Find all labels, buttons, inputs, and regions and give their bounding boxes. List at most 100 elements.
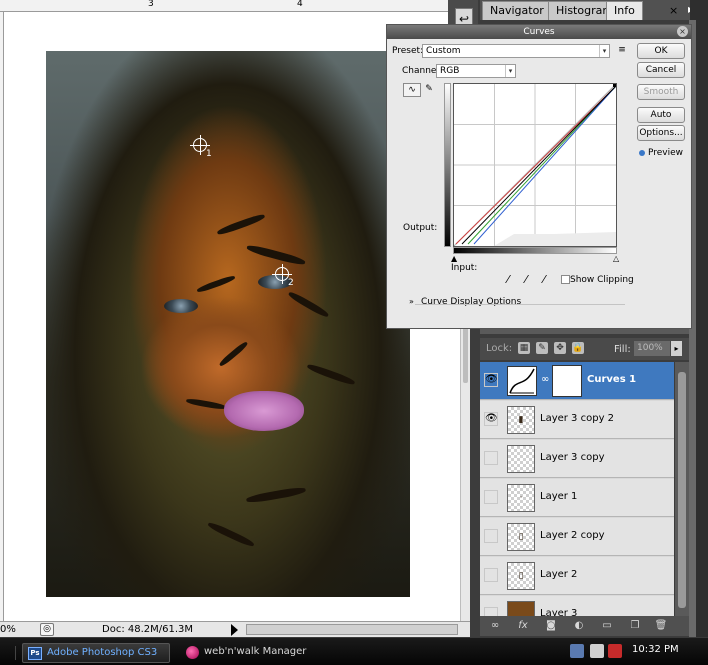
pencil-icon[interactable]: ✎ (420, 83, 438, 97)
canvas-horizontal-scrollbar[interactable] (246, 624, 458, 635)
options-button[interactable]: Options... (637, 125, 685, 141)
white-eyedropper-icon[interactable]: ⁄ (537, 273, 551, 287)
dialog-title[interactable]: Curves (387, 25, 691, 39)
layer-row-layer-3-copy-2[interactable]: 👁 ▮ Layer 3 copy 2 (480, 401, 674, 439)
chain-link-icon[interactable]: ∞ (541, 374, 549, 385)
preset-label: Preset: (392, 46, 424, 56)
fill-dropdown-icon[interactable]: ▸ (671, 341, 682, 356)
taskbar-divider (5, 646, 16, 660)
security-alert-icon[interactable] (608, 644, 622, 658)
layer-row-layer-2[interactable]: ▯ Layer 2 (480, 557, 674, 595)
curve-point-tool-icon[interactable]: ∿ (403, 83, 421, 97)
layer-name: Layer 1 (540, 491, 578, 502)
layers-scrollbar[interactable] (675, 362, 689, 616)
layer-name: Curves 1 (587, 374, 637, 385)
ruler-label: 4 (297, 0, 303, 9)
status-arrow-icon[interactable] (231, 624, 238, 636)
color-sampler-1[interactable] (190, 135, 210, 155)
channel-select[interactable]: RGB ▾ (436, 64, 516, 78)
layer-row-layer-1[interactable]: · Layer 1 (480, 479, 674, 517)
layer-row-layer-3[interactable]: Layer 3 (480, 596, 674, 616)
layer-row-layer-3-copy[interactable]: Layer 3 copy (480, 440, 674, 478)
doc-size-info: Doc: 48.2M/61.3M (102, 624, 194, 635)
chevron-down-icon[interactable]: » (409, 297, 414, 306)
preset-value: Custom (426, 46, 461, 56)
ruler-horizontal[interactable]: 3 4 (0, 0, 448, 12)
color-sampler-2[interactable] (272, 264, 292, 284)
chevron-down-icon: ▾ (505, 65, 515, 77)
auto-button[interactable]: Auto (637, 107, 685, 123)
layers-panel-footer: ∞ fx ◙ ◐ ▭ ❐ 🗑 (480, 616, 690, 636)
taskbar: Ps Adobe Photoshop CS3 web'n'walk Manage… (0, 637, 708, 665)
show-clipping-label: Show Clipping (570, 275, 634, 285)
visibility-empty-box[interactable] (484, 568, 498, 582)
layer-mask-thumbnail[interactable] (552, 365, 582, 397)
trash-icon[interactable]: 🗑 (654, 619, 668, 633)
adjustment-icon[interactable]: ◐ (572, 619, 586, 633)
tab-navigator[interactable]: Navigator (482, 1, 552, 20)
network-icon[interactable] (570, 644, 584, 658)
preset-select[interactable]: Custom ▾ (422, 44, 610, 58)
gray-eyedropper-icon[interactable]: ⁄ (519, 273, 533, 287)
webnwalk-icon (186, 646, 199, 659)
curves-dialog: Curves × Preset: Custom ▾ ≡ Channel: RGB… (386, 24, 692, 329)
status-menu-icon[interactable]: ◎ (40, 623, 54, 636)
lips (224, 391, 304, 431)
visibility-empty-box[interactable] (484, 490, 498, 504)
show-clipping-checkbox[interactable] (561, 275, 570, 284)
layer-row-curves-1[interactable]: 👁 ∞ Curves 1 (480, 362, 674, 400)
fill-label: Fill: (614, 344, 631, 355)
lock-transparent-icon[interactable]: ▦ (518, 342, 530, 354)
layer-thumbnail: · (507, 484, 535, 512)
ruler-label: 3 (148, 0, 154, 9)
preview-checkbox[interactable] (639, 150, 645, 156)
visibility-empty-box[interactable] (484, 451, 498, 465)
input-gradient (453, 247, 617, 254)
visibility-empty-box[interactable] (484, 529, 498, 543)
layer-thumbnail (507, 601, 535, 616)
black-eyedropper-icon[interactable]: ⁄ (501, 273, 515, 287)
channel-value: RGB (440, 66, 460, 76)
fx-icon[interactable]: fx (516, 619, 530, 633)
output-label: Output: (403, 223, 438, 233)
group-icon[interactable]: ▭ (600, 619, 614, 633)
close-icon[interactable]: × (677, 26, 688, 37)
black-point-slider[interactable]: ▲ (451, 254, 457, 263)
white-point-slider[interactable]: △ (613, 254, 619, 263)
new-layer-icon[interactable]: ❐ (628, 619, 642, 633)
link-icon[interactable]: ∞ (488, 619, 502, 633)
taskbar-item-photoshop[interactable]: Ps Adobe Photoshop CS3 (22, 643, 170, 663)
ok-button[interactable]: OK (637, 43, 685, 59)
divider (415, 304, 625, 305)
curves-adjustment-thumbnail (507, 366, 537, 396)
visibility-empty-box[interactable] (484, 607, 498, 616)
lock-image-icon[interactable]: ✎ (536, 342, 548, 354)
cancel-button[interactable]: Cancel (637, 62, 685, 78)
layer-name: Layer 3 copy 2 (540, 413, 615, 424)
output-gradient (444, 83, 451, 247)
chevron-down-icon: ▾ (599, 45, 609, 57)
speaker-icon[interactable] (590, 644, 604, 658)
layer-row-layer-2-copy[interactable]: ▯ Layer 2 copy (480, 518, 674, 556)
visibility-eye-icon[interactable]: 👁 (484, 373, 498, 387)
layer-thumbnail (507, 445, 535, 473)
zoom-level[interactable]: 0% (0, 624, 16, 635)
lock-position-icon[interactable]: ✥ (554, 342, 566, 354)
curve-display-options-label[interactable]: Curve Display Options (421, 297, 521, 307)
sampler-label-1: 1 (206, 149, 212, 159)
curve-graph[interactable] (453, 83, 617, 247)
fill-input[interactable]: 100% (634, 341, 670, 356)
layer-name: Layer 3 copy (540, 452, 605, 463)
mask-icon[interactable]: ◙ (544, 619, 558, 633)
close-icon[interactable]: × (669, 4, 678, 17)
preset-options-icon[interactable]: ≡ (615, 44, 629, 58)
layer-thumbnail: ▯ (507, 562, 535, 590)
photo-image[interactable]: 1 2 (46, 51, 410, 597)
clock[interactable]: 10:32 PM (632, 644, 679, 655)
lock-all-icon[interactable]: 🔒 (572, 342, 584, 354)
taskbar-item-webnwalk[interactable]: web'n'walk Manager (180, 643, 330, 663)
tab-info[interactable]: Info (606, 1, 643, 20)
visibility-eye-icon[interactable]: 👁 (484, 412, 498, 426)
smooth-button[interactable]: Smooth (637, 84, 685, 100)
taskbar-label: web'n'walk Manager (204, 646, 307, 657)
